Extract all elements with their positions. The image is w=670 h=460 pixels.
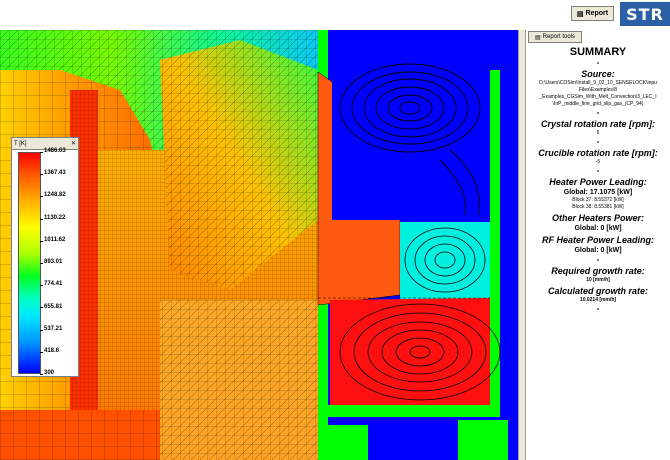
report-button-label: Report (585, 10, 609, 17)
str-logo: STR (620, 2, 670, 26)
legend-label: 1367.43 (44, 170, 66, 176)
crystal-rotation-heading: Crystal rotation rate [rpm]: (540, 119, 656, 129)
legend-tick (40, 374, 43, 375)
other-heaters-heading: Other Heaters Power: (551, 213, 645, 223)
required-growth-heading: Required growth rate: (551, 266, 645, 276)
separator: - (596, 58, 600, 67)
rf-heater-heading: RF Heater Power Leading: (541, 235, 655, 245)
legend-tick (40, 196, 43, 198)
separator: - (596, 304, 600, 313)
heater-block38-value: Block 38: 8.55381 [kW] (572, 204, 624, 210)
source-line: D:\Users\COSim\Install_9_02_10_SENSELOCK… (539, 80, 657, 86)
close-icon[interactable]: ✕ (71, 140, 76, 147)
source-line: \InP_middle_fine_grid_slip_gas_(CP_94) (552, 101, 644, 107)
crystal-rotation-value: 5 (596, 130, 600, 136)
legend-tick (40, 263, 43, 264)
legend-label: 655.81 (44, 304, 63, 310)
legend-tick (40, 351, 43, 353)
temperature-legend[interactable]: T [K] ✕ 1486.03 1367.43 1248.82 1130.22 … (11, 137, 79, 377)
report-button[interactable]: ▤ Report (571, 6, 614, 21)
legend-tick (40, 174, 43, 176)
legend-tick (40, 218, 43, 220)
required-growth-value: 10 [mm/h] (586, 277, 610, 283)
crucible-rotation-heading: Crucible rotation rate [rpm]: (538, 148, 658, 158)
legend-label: 1248.82 (44, 192, 66, 198)
legend-label: 1486.03 (44, 148, 66, 154)
summary-content: SUMMARY - Source: D:\Users\COSim\Install… (526, 44, 670, 313)
legend-color-bar (18, 152, 41, 374)
separator: - (596, 108, 600, 117)
report-tools-label: Report tools (542, 34, 576, 40)
heater-power-heading: Heater Power Leading: (549, 177, 647, 187)
top-toolbar (0, 0, 670, 30)
legend-label: 300 (44, 370, 55, 376)
legend-tick (40, 240, 43, 242)
legend-label: 774.41 (44, 281, 63, 287)
legend-tick (40, 329, 43, 331)
rf-heater-value: Global: 0 [kW] (574, 247, 622, 254)
legend-tick (40, 152, 43, 153)
calculated-growth-value: 10.0214 [mm/h] (579, 297, 617, 303)
heater-global-value: Global: 17.1075 [kW] (563, 189, 633, 196)
source-heading: Source: (581, 69, 615, 79)
report-icon: ▤ (576, 10, 584, 18)
legend-tick (40, 285, 43, 287)
legend-tick (40, 307, 43, 309)
legend-label: 893.01 (44, 259, 63, 265)
calculated-growth-heading: Calculated growth rate: (547, 286, 648, 296)
legend-label: 418.6 (44, 348, 60, 354)
other-heaters-value: Global: 0 [kW] (574, 225, 622, 232)
source-line: Files\Examples\8 (578, 87, 618, 93)
heater-block37-value: Block 37: 8.55372 [kW] (572, 197, 624, 203)
legend-label: 1011.62 (44, 237, 66, 243)
logo-text: STR (626, 4, 664, 24)
separator: - (596, 137, 600, 146)
source-line: _Examples_CGSim_With_Melt_Convection\3_L… (539, 94, 657, 100)
panel-splitter[interactable] (518, 30, 526, 460)
legend-label: 537.21 (44, 326, 63, 332)
crucible-rotation-value: -5 (595, 159, 601, 165)
separator: - (596, 255, 600, 264)
separator: - (596, 166, 600, 175)
report-tools-icon: ▤ (534, 34, 541, 41)
summary-title: SUMMARY (569, 46, 627, 58)
legend-title: T [K] (14, 140, 27, 147)
legend-label: 1130.22 (44, 215, 66, 221)
report-tools-button[interactable]: ▤ Report tools (528, 31, 582, 43)
